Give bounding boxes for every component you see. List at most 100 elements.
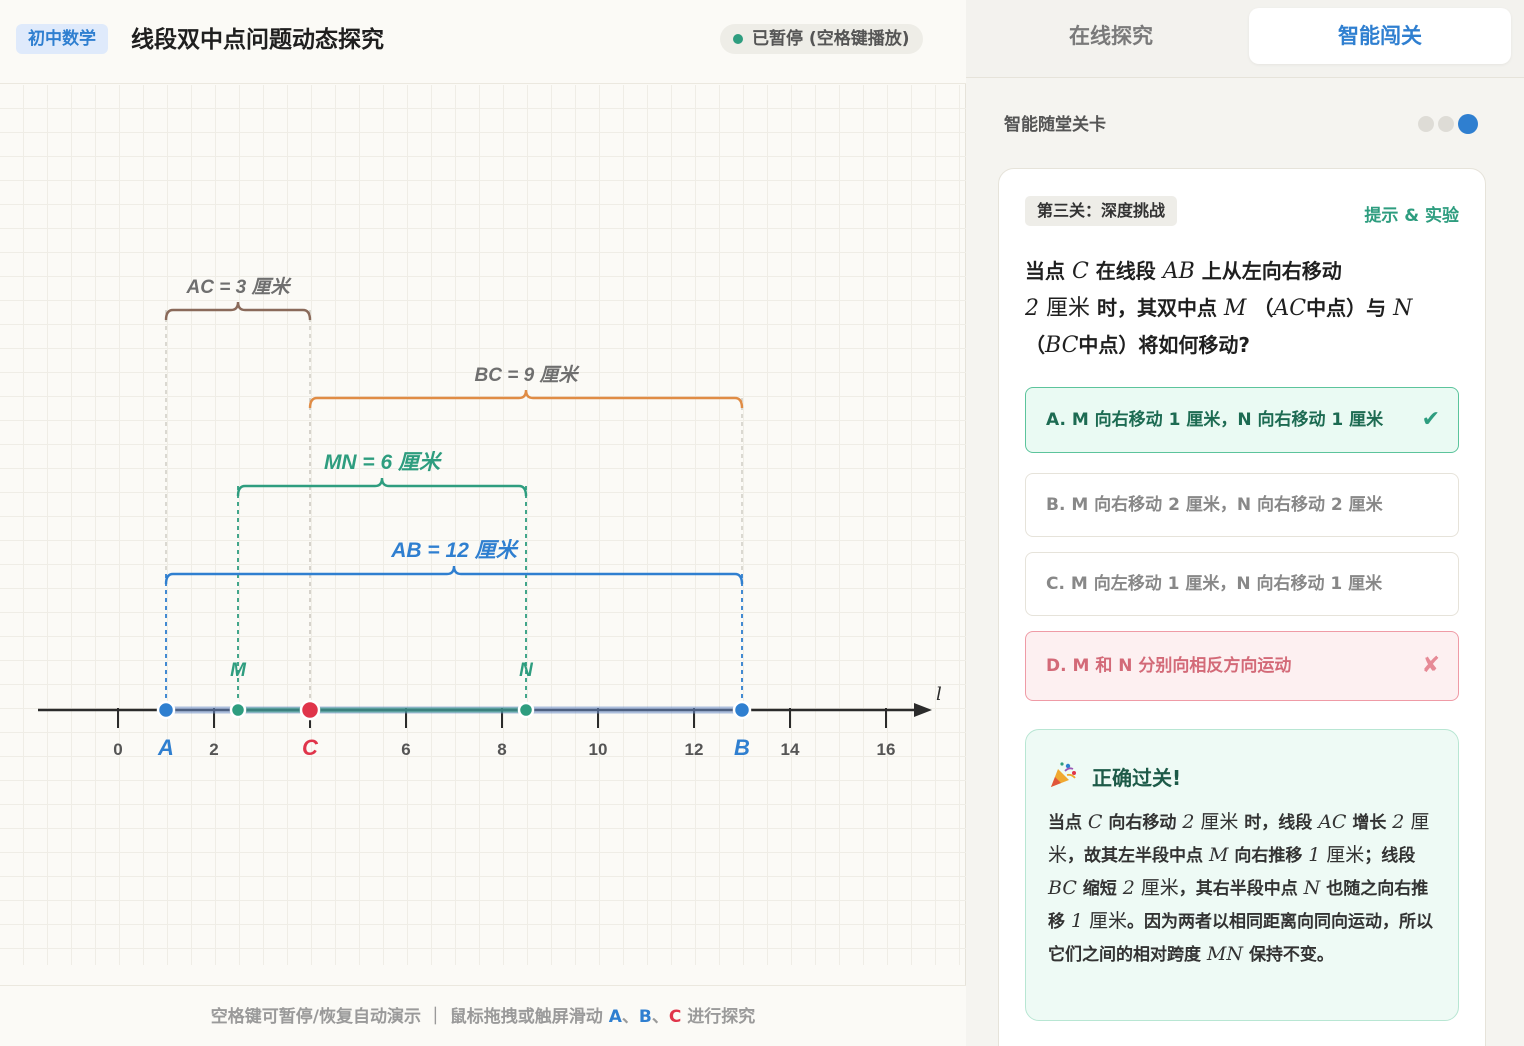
level-dot-active[interactable] (1458, 113, 1478, 134)
footer-sep: 、 (621, 1007, 639, 1027)
q-var: AB (1162, 259, 1195, 284)
status-text: 已暂停 (空格键播放) (752, 29, 910, 49)
segment-label: AC = 3 厘米 (186, 276, 293, 298)
point-b (732, 700, 752, 720)
r-var: 2 (1182, 811, 1195, 833)
cross-icon: ✘ (1421, 653, 1440, 678)
tick-label: 10 (589, 740, 608, 759)
q-var: N (1393, 296, 1413, 321)
segment-brace (236, 477, 528, 497)
r-text: 时，线段 (1244, 813, 1313, 833)
q-text: 上从左向右移动 (1201, 259, 1342, 283)
tick-label: 8 (497, 740, 506, 759)
r-text: 增长 (1352, 813, 1387, 833)
level-progress-dots (1418, 113, 1482, 134)
r-var: M (1208, 844, 1229, 866)
tick-label: 16 (877, 740, 896, 759)
r-text: 向右推移 (1234, 846, 1303, 866)
r-var: BC (1048, 877, 1077, 899)
r-var: 2 (1122, 877, 1135, 899)
result-explanation: 当点 C 向右移动 2 厘米 时，线段 AC 增长 2 厘米 ，故其左半段中点 M… (1048, 806, 1444, 971)
r-var: 1 (1308, 844, 1321, 866)
r-unit: 厘米 (1326, 844, 1365, 866)
question-text: 当点 C 在线段 AB 上从左向右移动 2 厘米 时，其双中点 M （AC中点）… (1025, 253, 1465, 364)
mode-tabs: 在线探究 智能闯关 (966, 0, 1524, 78)
point-label-c: C (302, 735, 319, 760)
level-dot[interactable] (1418, 115, 1434, 132)
segment-brace (164, 301, 312, 321)
tick-label: 14 (781, 740, 800, 759)
q-var: 2 (1025, 296, 1039, 321)
axis-arrow (914, 703, 932, 717)
segment-label: MN = 6 厘米 (324, 450, 443, 474)
status-dot-icon (733, 34, 743, 44)
option-a[interactable]: A. M 向右移动 1 厘米，N 向右移动 1 厘米 ✔ (1025, 387, 1459, 453)
tab-smart-challenge[interactable]: 智能闯关 (1249, 8, 1511, 64)
footer-point-b: B (638, 1007, 652, 1027)
q-var: BC (1045, 333, 1079, 358)
hint-link[interactable]: 提示 & 实验 (1364, 201, 1459, 226)
level-chip: 第三关：深度挑战 (1025, 196, 1178, 226)
challenge-card: 第三关：深度挑战 提示 & 实验 当点 C 在线段 AB 上从左向右移动 2 厘… (998, 168, 1486, 1046)
option-c[interactable]: C. M 向左移动 1 厘米，N 向右移动 1 厘米 (1025, 552, 1459, 616)
point-c (299, 699, 321, 721)
result-title: 正确过关! (1092, 766, 1182, 790)
r-unit: 厘米 (1200, 811, 1239, 833)
r-text: 缩短 (1082, 879, 1117, 899)
party-popper-icon (1051, 762, 1076, 787)
q-unit: 厘米 (1045, 296, 1090, 321)
q-var: M (1223, 296, 1247, 321)
q-text: 时，其双中点 (1096, 296, 1217, 320)
segment-brace (164, 565, 744, 585)
subject-badge: 初中数学 (16, 24, 108, 54)
instruction-footer: 空格键可暂停/恢复自动演示 ｜ 鼠标拖拽或触屏滑动 A、B、C 进行探究 (0, 985, 966, 1046)
tick-label: 12 (685, 740, 704, 759)
option-d[interactable]: D. M 和 N 分别向相反方向运动 ✘ (1025, 631, 1459, 701)
r-text: ，故其左半段中点 (1067, 846, 1204, 866)
exploration-pane: 初中数学 线段双中点问题动态探究 已暂停 (空格键播放) l 0 2 6 8 10 12 14… (0, 0, 966, 1046)
segment-brace (308, 389, 744, 409)
footer-point-a: A (608, 1007, 622, 1027)
page-title: 线段双中点问题动态探究 (131, 27, 384, 53)
footer-sep: 、 (651, 1007, 669, 1027)
level-dot[interactable] (1438, 115, 1454, 132)
playback-status[interactable]: 已暂停 (空格键播放) (720, 24, 924, 54)
r-text: 保持不变。 (1248, 945, 1334, 965)
footer-hint-suffix: 进行探究 (687, 1007, 756, 1027)
point-a (156, 700, 176, 720)
r-var: MN (1206, 943, 1244, 965)
r-text: ，其右半段中点 (1178, 879, 1298, 899)
q-text: （ (1025, 333, 1045, 357)
footer-hint-prefix: 空格键可暂停/恢复自动演示 ｜ 鼠标拖拽或触屏滑动 (210, 1007, 603, 1027)
q-text: 中点）与 (1306, 296, 1387, 320)
r-var: AC (1318, 811, 1347, 833)
tick-label: 2 (209, 740, 218, 759)
r-var: 2 (1392, 811, 1405, 833)
point-label-a: A (157, 735, 174, 760)
geometry-canvas[interactable]: l 0 2 6 8 10 12 14 16 AC = 3 厘米 BC = 9 厘米 MN = 6 厘米… (0, 85, 966, 965)
q-text: 在线段 (1095, 259, 1156, 283)
option-b[interactable]: B. M 向右移动 2 厘米，N 向右移动 2 厘米 (1025, 473, 1459, 537)
footer-point-c: C (668, 1007, 682, 1027)
r-unit: 厘米 (1140, 877, 1179, 899)
q-text: 中点）将如何移动? (1078, 333, 1251, 357)
q-text: （ (1253, 296, 1274, 320)
r-var: 1 (1070, 910, 1084, 932)
q-var: AC (1273, 296, 1307, 321)
levels-label: 智能随堂关卡 (1004, 115, 1106, 135)
header-bar: 初中数学 线段双中点问题动态探究 已暂停 (空格键播放) (0, 0, 966, 84)
tick-label: 0 (113, 740, 122, 759)
r-text: 向右移动 (1108, 813, 1177, 833)
q-var: C (1071, 259, 1089, 284)
axis-label: l (936, 684, 942, 705)
q-text: 当点 (1025, 259, 1065, 283)
segment-label: AB = 12 厘米 (390, 538, 519, 562)
option-label: D. M 和 N 分别向相反方向运动 (1046, 656, 1292, 676)
r-text: 当点 (1048, 813, 1082, 833)
number-line-plot[interactable]: l 0 2 6 8 10 12 14 16 AC = 3 厘米 BC = 9 厘米 MN = 6 厘米… (0, 85, 966, 965)
tab-online-explore[interactable]: 在线探究 (980, 8, 1242, 64)
challenge-pane: 在线探究 智能闯关 智能随堂关卡 第三关：深度挑战 提示 & 实验 当点 C 在… (966, 0, 1524, 1046)
r-var: C (1087, 811, 1103, 833)
option-label: C. M 向左移动 1 厘米，N 向右移动 1 厘米 (1046, 574, 1383, 594)
segment-label: BC = 9 厘米 (475, 364, 581, 386)
